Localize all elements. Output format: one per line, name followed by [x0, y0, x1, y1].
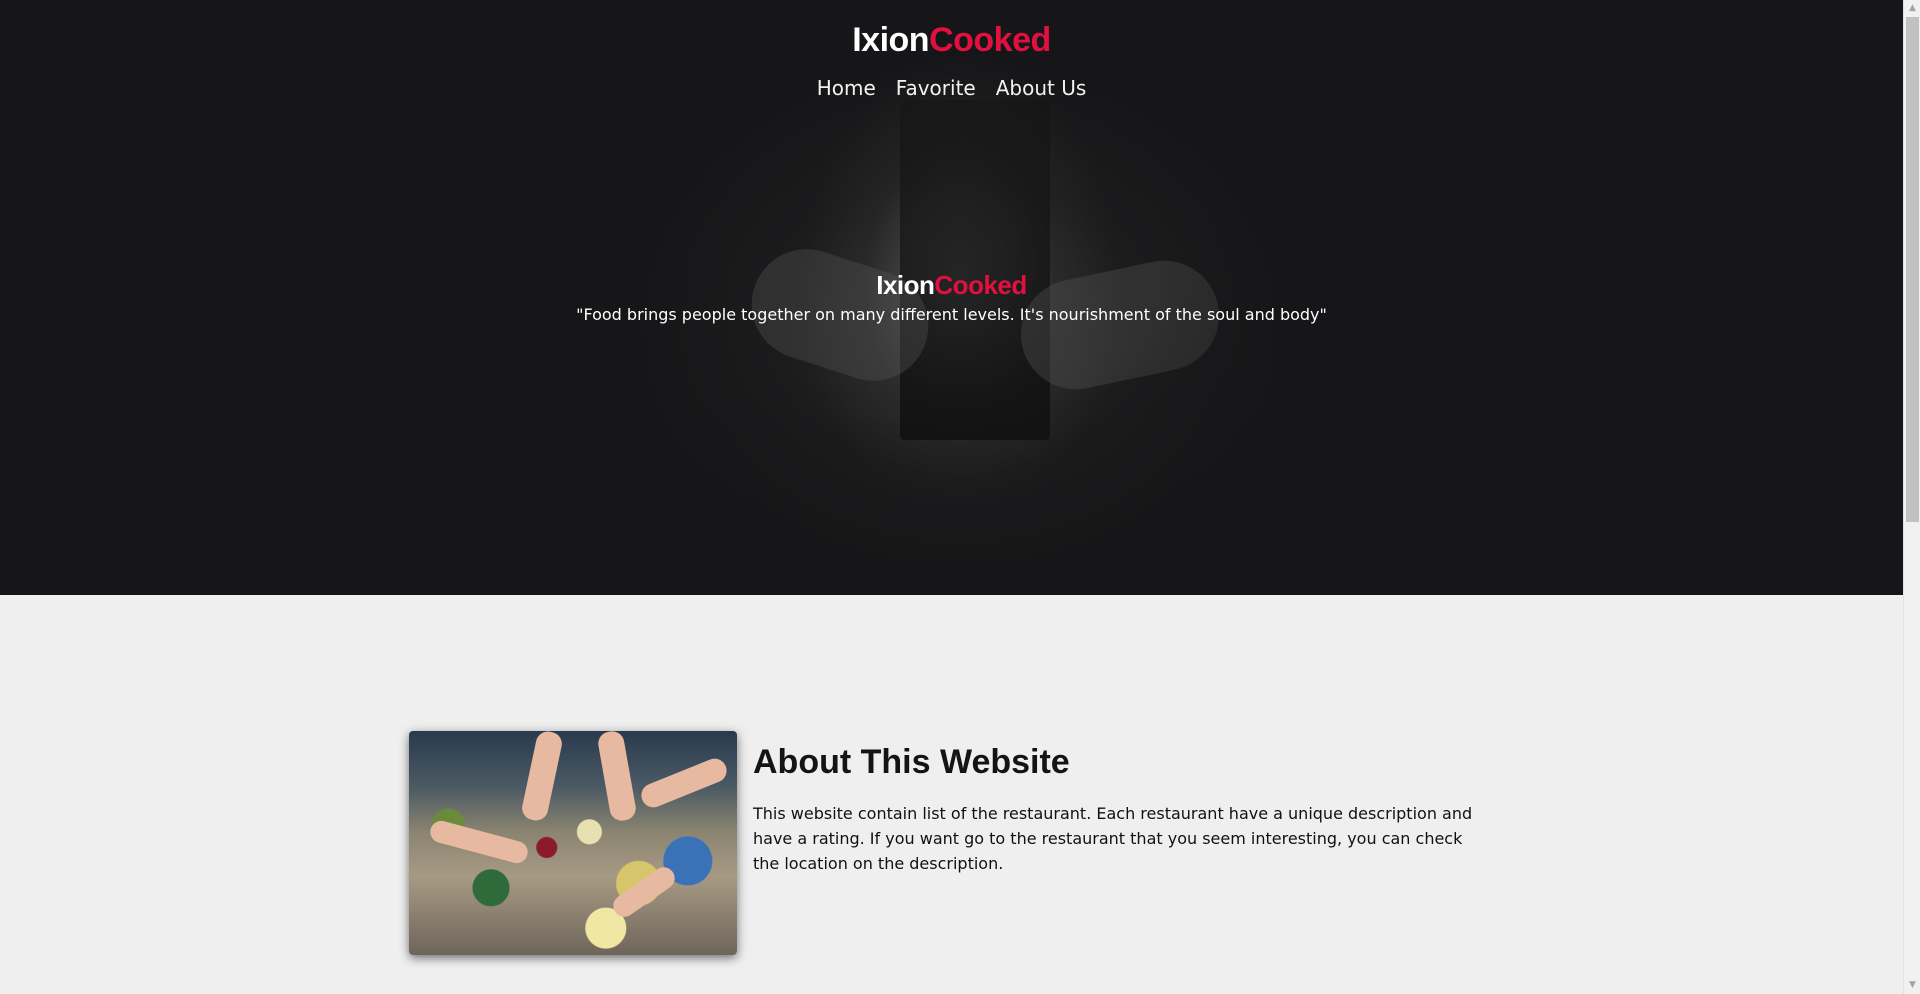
site-logo[interactable]: IxionCooked — [0, 18, 1903, 62]
toasting-hand-shape — [637, 755, 731, 811]
logo-part-2: Cooked — [929, 21, 1051, 59]
hero-title-part-1: Ixion — [876, 270, 935, 300]
nav-link-home[interactable]: Home — [817, 74, 876, 102]
page: IxionCooked Home Favorite About Us Ixion… — [0, 0, 1920, 994]
about-description: This website contain list of the restaur… — [753, 804, 1473, 873]
nav-link-favorite[interactable]: Favorite — [896, 74, 976, 102]
hero-title: IxionCooked — [0, 268, 1903, 302]
chevron-up-icon[interactable]: ▲ — [1904, 0, 1920, 17]
toasting-hand-shape — [596, 731, 638, 823]
hero-section: IxionCooked Home Favorite About Us Ixion… — [0, 0, 1903, 595]
chevron-down-icon[interactable]: ▼ — [1904, 977, 1920, 994]
page-scrollbar[interactable]: ▲ ▼ — [1903, 0, 1920, 994]
nav-link-about-us[interactable]: About Us — [996, 74, 1087, 102]
about-section: About This Website This website contain … — [409, 731, 1509, 956]
toasting-hand-shape — [427, 818, 531, 866]
toasting-hand-shape — [519, 731, 565, 823]
scrollbar-thumb[interactable] — [1906, 17, 1919, 522]
about-title: About This Website — [753, 743, 1070, 781]
about-image — [409, 731, 737, 955]
hero-title-part-2: Cooked — [934, 270, 1027, 300]
toasting-hand-shape — [609, 862, 679, 922]
main-nav: Home Favorite About Us — [0, 74, 1903, 102]
hero-quote: "Food brings people together on many dif… — [576, 305, 1327, 324]
logo-part-1: Ixion — [852, 21, 930, 59]
